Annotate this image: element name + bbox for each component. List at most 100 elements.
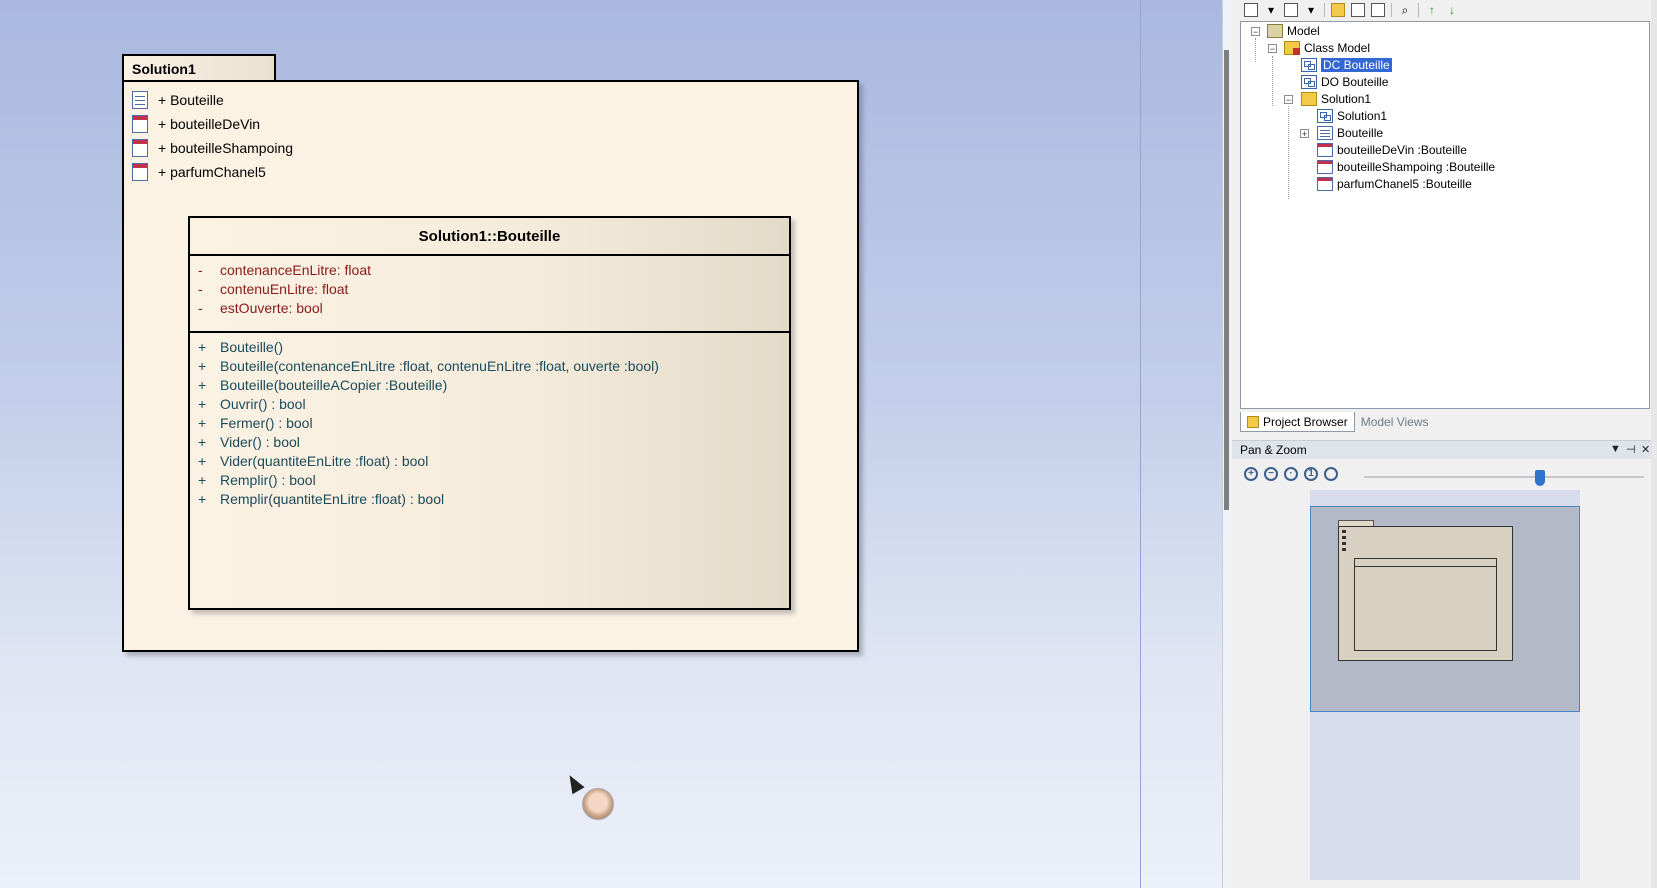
operation-text: Bouteille(bouteilleACopier :Bouteille): [220, 376, 448, 393]
tree-node-label: Model: [1287, 24, 1320, 38]
tree-node-do-bouteille[interactable]: DO Bouteille: [1301, 73, 1388, 91]
page-boundary-line: [1140, 0, 1141, 888]
expand-toggle[interactable]: +: [1300, 129, 1309, 139]
tree-node-model[interactable]: Model: [1267, 22, 1320, 40]
panel-menu-icon[interactable]: ▼: [1610, 443, 1621, 455]
zoom-slider-track[interactable]: [1364, 476, 1644, 478]
tree-node-label: DO Bouteille: [1321, 75, 1389, 89]
operation-row[interactable]: + Fermer() : bool: [190, 413, 789, 432]
diagram-icon[interactable]: [1351, 3, 1365, 17]
package-item-parfumChanel5[interactable]: + parfumChanel5: [132, 160, 293, 184]
zoom-out-icon[interactable]: −: [1264, 467, 1278, 481]
visibility-marker: +: [198, 338, 207, 355]
visibility-marker: +: [198, 395, 207, 412]
operation-text: Bouteille(): [220, 338, 284, 355]
project-browser-icon: [1247, 415, 1259, 428]
preview-class: [1354, 558, 1497, 651]
tree-node-class-model[interactable]: Class Model: [1284, 39, 1370, 57]
zoom-slider-thumb[interactable]: [1535, 470, 1545, 486]
properties-icon[interactable]: [1371, 3, 1385, 17]
operation-row[interactable]: + Vider(quantiteEnLitre :float) : bool: [190, 451, 789, 470]
close-icon[interactable]: ✕: [1641, 443, 1650, 456]
visibility-marker: +: [198, 433, 207, 450]
dropdown-arrow-icon[interactable]: ▾: [1304, 3, 1318, 17]
zoom-fit-icon[interactable]: ·: [1284, 467, 1298, 481]
operation-row[interactable]: + Remplir() : bool: [190, 470, 789, 489]
zoom-search-icon[interactable]: [1324, 467, 1338, 481]
zoom-in-icon[interactable]: +: [1244, 467, 1258, 481]
package-item-list: + Bouteille + bouteilleDeVin + bouteille…: [132, 88, 293, 184]
new-element-icon[interactable]: [1244, 3, 1258, 17]
toolbar-separator: [1324, 3, 1325, 17]
find-icon[interactable]: ⌕: [1398, 3, 1412, 17]
pin-icon[interactable]: ⊣: [1626, 443, 1636, 456]
operation-row[interactable]: + Bouteille(contenanceEnLitre :float, con…: [190, 356, 789, 375]
operation-text: Remplir() : bool: [220, 471, 316, 488]
tree-node-bouteilleDeVin[interactable]: bouteilleDeVin :Bouteille: [1317, 141, 1467, 159]
project-browser-tree[interactable]: − Model − Class Model DC Bouteille DO Bo…: [1240, 21, 1650, 409]
attribute-text: contenanceEnLitre: float: [220, 261, 371, 278]
operation-text: Fermer() : bool: [220, 414, 313, 431]
attribute-row[interactable]: - contenuEnLitre: float: [190, 279, 789, 298]
tree-node-bouteille[interactable]: Bouteille: [1317, 124, 1383, 142]
package-item-bouteilleDeVin[interactable]: + bouteilleDeVin: [132, 112, 293, 136]
visibility-marker: -: [198, 299, 203, 316]
class-operations: + Bouteille() + Bouteille(contenanceEnLitr…: [190, 333, 789, 508]
tree-node-solution1-package[interactable]: Solution1: [1301, 90, 1371, 108]
operation-row[interactable]: + Vider() : bool: [190, 432, 789, 451]
operation-row[interactable]: + Remplir(quantiteEnLitre :float) : bool: [190, 489, 789, 508]
model-root-icon: [1267, 24, 1283, 38]
operation-text: Vider() : bool: [220, 433, 300, 450]
scrollbar-thumb[interactable]: [1224, 50, 1229, 510]
object-icon: [132, 115, 148, 133]
class-attributes: - contenanceEnLitre: float - contenuEnLitr…: [190, 256, 789, 333]
object-icon: [132, 163, 148, 181]
class-element-bouteille[interactable]: Solution1::Bouteille - contenanceEnLitre:…: [188, 216, 791, 610]
tree-node-label: bouteilleShampoing :Bouteille: [1337, 160, 1496, 174]
object-diagram-icon: [1301, 75, 1317, 89]
new-diagram-icon[interactable]: [1284, 3, 1298, 17]
mouse-cursor-icon: [563, 771, 585, 795]
tree-node-parfumChanel5[interactable]: parfumChanel5 :Bouteille: [1317, 175, 1472, 193]
tree-node-bouteilleShampoing[interactable]: bouteilleShampoing :Bouteille: [1317, 158, 1495, 176]
package-item-label: + Bouteille: [158, 92, 224, 108]
collapse-toggle[interactable]: −: [1251, 27, 1260, 37]
tree-node-label: Bouteille: [1337, 126, 1384, 140]
tree-node-dc-bouteille[interactable]: DC Bouteille: [1301, 56, 1392, 74]
move-up-icon[interactable]: ↑: [1425, 3, 1439, 17]
tree-node-label: bouteilleDeVin :Bouteille: [1337, 143, 1467, 157]
package-item-bouteille[interactable]: + Bouteille: [132, 88, 293, 112]
move-down-icon[interactable]: ↓: [1445, 3, 1459, 17]
operation-row[interactable]: + Bouteille(bouteilleACopier :Bouteille): [190, 375, 789, 394]
tree-node-label: Solution1: [1321, 92, 1372, 106]
collapse-toggle[interactable]: −: [1268, 44, 1277, 54]
package-tab[interactable]: Solution1: [122, 54, 276, 80]
pan-zoom-header: Pan & Zoom ▼ ⊣ ✕: [1232, 440, 1657, 459]
tree-node-label: Solution1: [1337, 109, 1388, 123]
object-icon: [1317, 160, 1333, 174]
new-package-icon[interactable]: [1331, 3, 1345, 17]
right-dock-panel: ▾ ▾ ⌕ ↑ ↓ − Model − Class Model DC Boute…: [1232, 0, 1657, 888]
collapse-toggle[interactable]: −: [1284, 95, 1293, 105]
zoom-actual-icon[interactable]: 1: [1304, 467, 1318, 481]
window-edge: [1651, 0, 1657, 888]
tree-guide: [1288, 106, 1289, 199]
dropdown-arrow-icon[interactable]: ▾: [1264, 3, 1278, 17]
object-icon: [1317, 177, 1333, 191]
tab-model-views[interactable]: Model Views: [1355, 412, 1435, 432]
attribute-row[interactable]: - estOuverte: bool: [190, 298, 789, 317]
visibility-marker: +: [198, 357, 207, 374]
attribute-text: contenuEnLitre: float: [220, 280, 349, 297]
operation-row[interactable]: + Ouvrir() : bool: [190, 394, 789, 413]
operation-row[interactable]: + Bouteille(): [190, 337, 789, 356]
canvas-vertical-scrollbar[interactable]: [1222, 0, 1231, 888]
tree-node-label: DC Bouteille: [1321, 58, 1392, 72]
diagram-canvas[interactable]: Solution1 + Bouteille + bouteilleDeVin +…: [0, 0, 1222, 888]
operation-text: Bouteille(contenanceEnLitre :float, cont…: [220, 357, 659, 374]
visibility-marker: +: [198, 452, 207, 469]
package-item-bouteilleShampoing[interactable]: + bouteilleShampoing: [132, 136, 293, 160]
visibility-marker: +: [198, 471, 207, 488]
tree-node-solution1-diagram[interactable]: Solution1: [1317, 107, 1387, 125]
tab-project-browser[interactable]: Project Browser: [1240, 412, 1355, 432]
attribute-row[interactable]: - contenanceEnLitre: float: [190, 260, 789, 279]
